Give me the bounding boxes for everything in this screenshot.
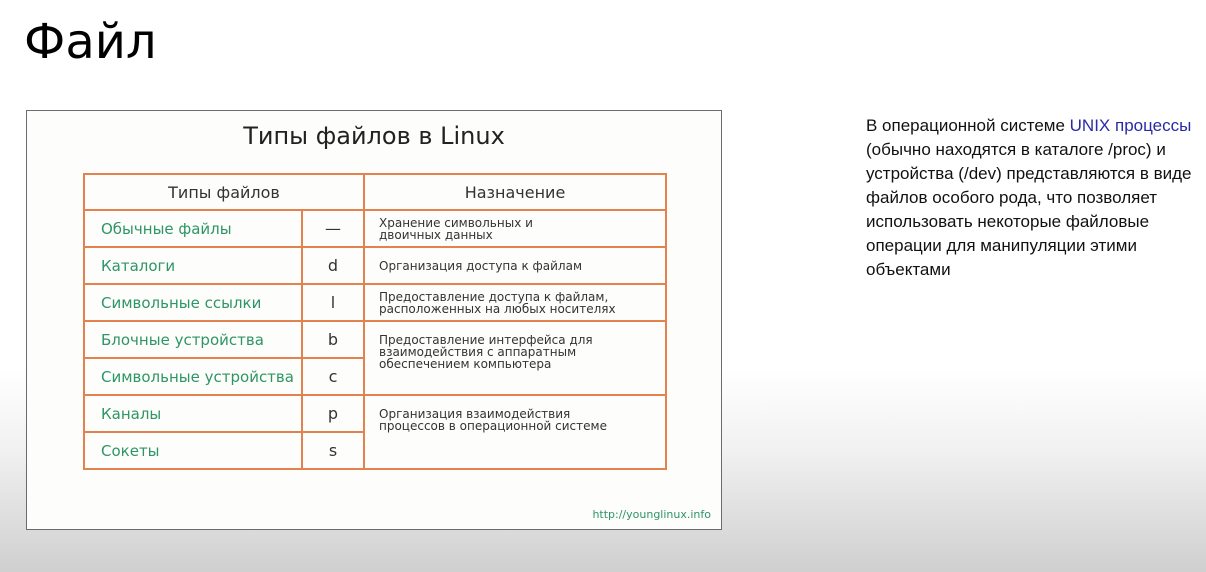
table-row: Каталоги d Организация доступа к файлам [83, 246, 667, 285]
purpose-line: процессов в операционной системе [379, 419, 607, 433]
file-types-figure: Типы файлов в Linux Типы файлов Назначен… [26, 110, 722, 530]
unix-term: UNIX [1069, 116, 1111, 135]
type-name: Каналы [83, 394, 303, 433]
purpose-line: Предоставление доступа к файлам, [379, 289, 609, 304]
processes-term: процессы [1115, 116, 1192, 135]
purpose-line: двоичных данных [379, 227, 493, 242]
type-purpose: Хранение символьных и двоичных данных [363, 209, 667, 248]
type-symbol: b [301, 320, 365, 359]
type-name: Обычные файлы [83, 209, 303, 248]
purpose-line: Организация доступа к файлам [379, 258, 582, 273]
type-symbol: c [301, 357, 365, 396]
table-row: Каналы p Организация взаимодействия проц… [83, 394, 667, 470]
table-row: Блочные устройства b Предоставление инте… [83, 320, 667, 396]
description-part: В операционной системе [866, 116, 1070, 135]
type-purpose: Предоставление доступа к файлам, располо… [363, 283, 667, 322]
type-symbol: d [301, 246, 365, 285]
table-header-row: Типы файлов Назначение [83, 173, 667, 211]
type-name: Символьные устройства [83, 357, 303, 396]
table-row: Символьные ссылки l Предоставление досту… [83, 283, 667, 322]
description-part: (обычно находятся в каталоге /proc) и ус… [866, 140, 1192, 279]
type-symbol: p [301, 394, 365, 433]
type-name: Сокеты [83, 431, 303, 470]
purpose-line: обеспечением компьютера [379, 357, 552, 371]
type-name: Символьные ссылки [83, 283, 303, 322]
type-name: Каталоги [83, 246, 303, 285]
type-purpose: Организация взаимодействия процессов в о… [363, 394, 667, 470]
type-purpose: Организация доступа к файлам [363, 246, 667, 285]
header-purpose: Назначение [363, 173, 667, 211]
table-row: Обычные файлы — Хранение символьных и дв… [83, 209, 667, 248]
type-symbol: — [301, 209, 365, 248]
source-url: http://younglinux.info [592, 508, 711, 521]
purpose-line: расположенных на любых носителях [379, 301, 616, 316]
purpose-line: Хранение символьных и [379, 215, 533, 230]
type-symbol: s [301, 431, 365, 470]
description-text: В операционной системе UNIX процессы (об… [866, 114, 1196, 282]
type-name: Блочные устройства [83, 320, 303, 359]
file-types-table: Типы файлов Назначение Обычные файлы — Х… [83, 173, 667, 470]
slide-title: Файл [24, 14, 157, 70]
header-types: Типы файлов [83, 173, 365, 211]
figure-title: Типы файлов в Linux [243, 122, 505, 150]
type-purpose: Предоставление интерфейса для взаимодейс… [363, 320, 667, 396]
type-symbol: l [301, 283, 365, 322]
